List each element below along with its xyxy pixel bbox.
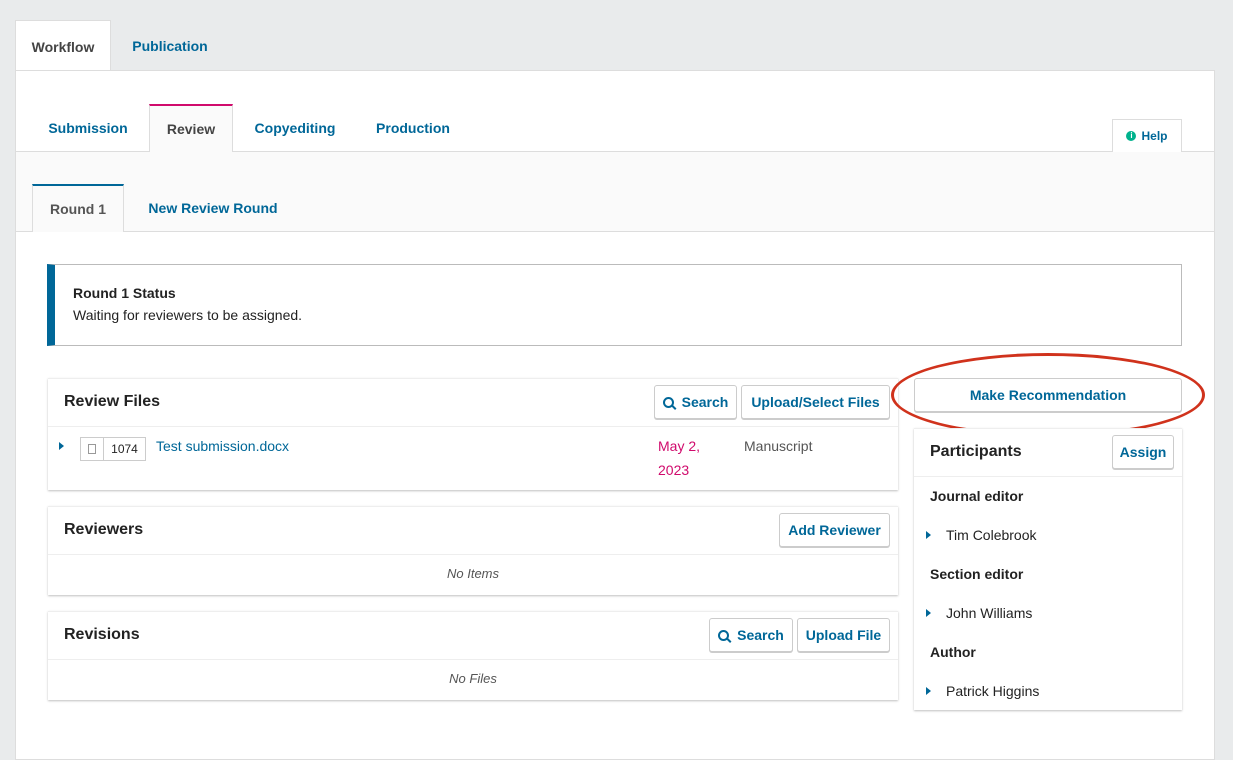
- reviewers-empty: No Items: [446, 566, 499, 581]
- tab-production[interactable]: Production: [358, 104, 468, 152]
- help-label: Help: [1141, 129, 1168, 143]
- tab-submission[interactable]: Submission: [32, 104, 144, 152]
- participant-name[interactable]: John Williams: [946, 605, 1032, 621]
- expand-participant-icon[interactable]: [926, 531, 931, 539]
- reviewers-divider: [48, 554, 898, 555]
- revisions-search-button[interactable]: Search: [709, 618, 793, 652]
- participant-role-author: Author: [930, 644, 976, 660]
- review-files-title: Review Files: [64, 393, 161, 410]
- assign-participant-button[interactable]: Assign: [1112, 435, 1174, 469]
- search-label: Search: [681, 394, 729, 410]
- file-id: 1074: [103, 437, 146, 461]
- participants-divider: [914, 476, 1182, 477]
- reviewers-title: Reviewers: [64, 521, 144, 538]
- upload-file-button[interactable]: Upload File: [797, 618, 890, 652]
- upload-select-files-button[interactable]: Upload/Select Files: [741, 385, 890, 419]
- tab-review[interactable]: Review: [149, 104, 233, 152]
- participant-role-journal-editor: Journal editor: [930, 488, 1024, 504]
- participant-name[interactable]: Patrick Higgins: [946, 683, 1039, 699]
- tab-publication[interactable]: Publication: [115, 20, 225, 72]
- expand-participant-icon[interactable]: [926, 609, 931, 617]
- add-reviewer-button[interactable]: Add Reviewer: [779, 513, 890, 547]
- round-status-text: Waiting for reviewers to be assigned.: [73, 307, 303, 323]
- participants-title: Participants: [930, 443, 1022, 460]
- file-date-line1: May 2,: [658, 438, 701, 454]
- tab-round-1[interactable]: Round 1: [32, 184, 124, 232]
- reviewers-card: [48, 506, 898, 595]
- help-button[interactable]: i Help: [1112, 119, 1182, 152]
- info-icon: i: [1126, 131, 1137, 141]
- revisions-title: Revisions: [64, 626, 140, 643]
- revisions-empty: No Files: [449, 671, 497, 686]
- search-icon: [662, 396, 674, 408]
- round-status-box: Round 1 Status Waiting for reviewers to …: [47, 264, 1182, 346]
- document-icon: [88, 444, 96, 454]
- make-recommendation-button[interactable]: Make Recommendation: [914, 378, 1182, 412]
- revisions-divider: [48, 659, 898, 660]
- expand-participant-icon[interactable]: [926, 687, 931, 695]
- file-type: Manuscript: [744, 438, 813, 454]
- tab-copyediting[interactable]: Copyediting: [238, 104, 352, 152]
- participant-name[interactable]: Tim Colebrook: [946, 527, 1037, 543]
- file-type-icon: [80, 437, 104, 461]
- participant-role-section-editor: Section editor: [930, 566, 1024, 582]
- review-files-search-button[interactable]: Search: [654, 385, 737, 419]
- tab-new-review-round[interactable]: New Review Round: [132, 184, 294, 232]
- review-files-divider: [48, 426, 898, 427]
- tab-workflow[interactable]: Workflow: [15, 20, 111, 72]
- file-date-line2: 2023: [658, 462, 690, 478]
- search-label: Search: [737, 627, 784, 643]
- file-name-link[interactable]: Test submission.docx: [156, 438, 289, 454]
- expand-row-icon[interactable]: [59, 442, 64, 450]
- search-icon: [718, 629, 730, 641]
- round-status-title: Round 1 Status: [73, 285, 176, 301]
